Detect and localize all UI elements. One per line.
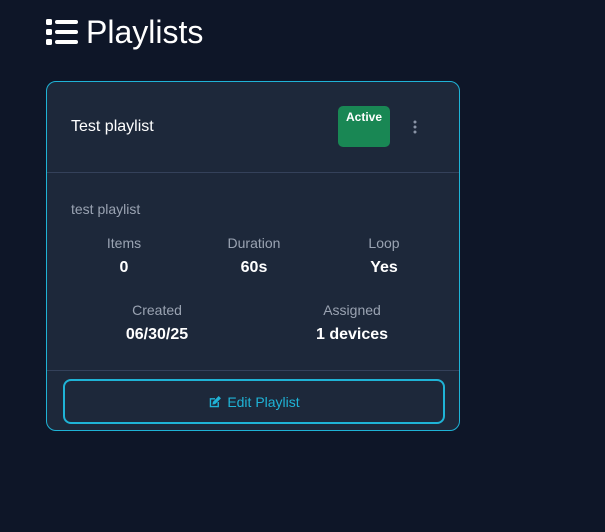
stat-value: 60s: [240, 259, 268, 276]
page-header: Playlists: [46, 14, 203, 50]
edit-playlist-button[interactable]: Edit Playlist: [63, 379, 445, 424]
stat-created: Created 06/30/25: [92, 301, 222, 345]
stat-label: Items: [106, 235, 142, 251]
card-header: Test playlist Active: [47, 82, 459, 173]
stat-assigned: Assigned 1 devices: [287, 301, 417, 345]
playlist-description: test playlist: [71, 201, 141, 217]
stat-loop: Loop Yes: [319, 234, 449, 278]
card-body: test playlist Items 0 Duration 60s Loop …: [47, 173, 459, 371]
stat-label: Assigned: [323, 302, 381, 318]
more-vertical-icon: [413, 120, 417, 134]
stat-value: 0: [119, 259, 129, 276]
edit-icon: [210, 395, 222, 407]
stat-label: Created: [132, 302, 182, 318]
more-options-button[interactable]: [407, 116, 423, 138]
stat-value: Yes: [370, 259, 398, 276]
stat-label: Duration: [227, 235, 281, 251]
card-footer: Edit Playlist: [47, 371, 459, 430]
stat-value: 06/30/25: [125, 326, 189, 343]
playlist-card: Test playlist Active test playlist Items…: [46, 81, 460, 431]
stat-items: Items 0: [59, 234, 189, 278]
edit-playlist-label: Edit Playlist: [227, 393, 300, 410]
stat-value: 1 devices: [315, 326, 389, 343]
status-badge: Active: [338, 106, 390, 147]
list-icon: [46, 19, 78, 45]
stat-duration: Duration 60s: [189, 234, 319, 278]
stat-label: Loop: [368, 235, 400, 251]
page-title: Playlists: [86, 14, 204, 50]
playlist-name: Test playlist: [71, 118, 154, 135]
